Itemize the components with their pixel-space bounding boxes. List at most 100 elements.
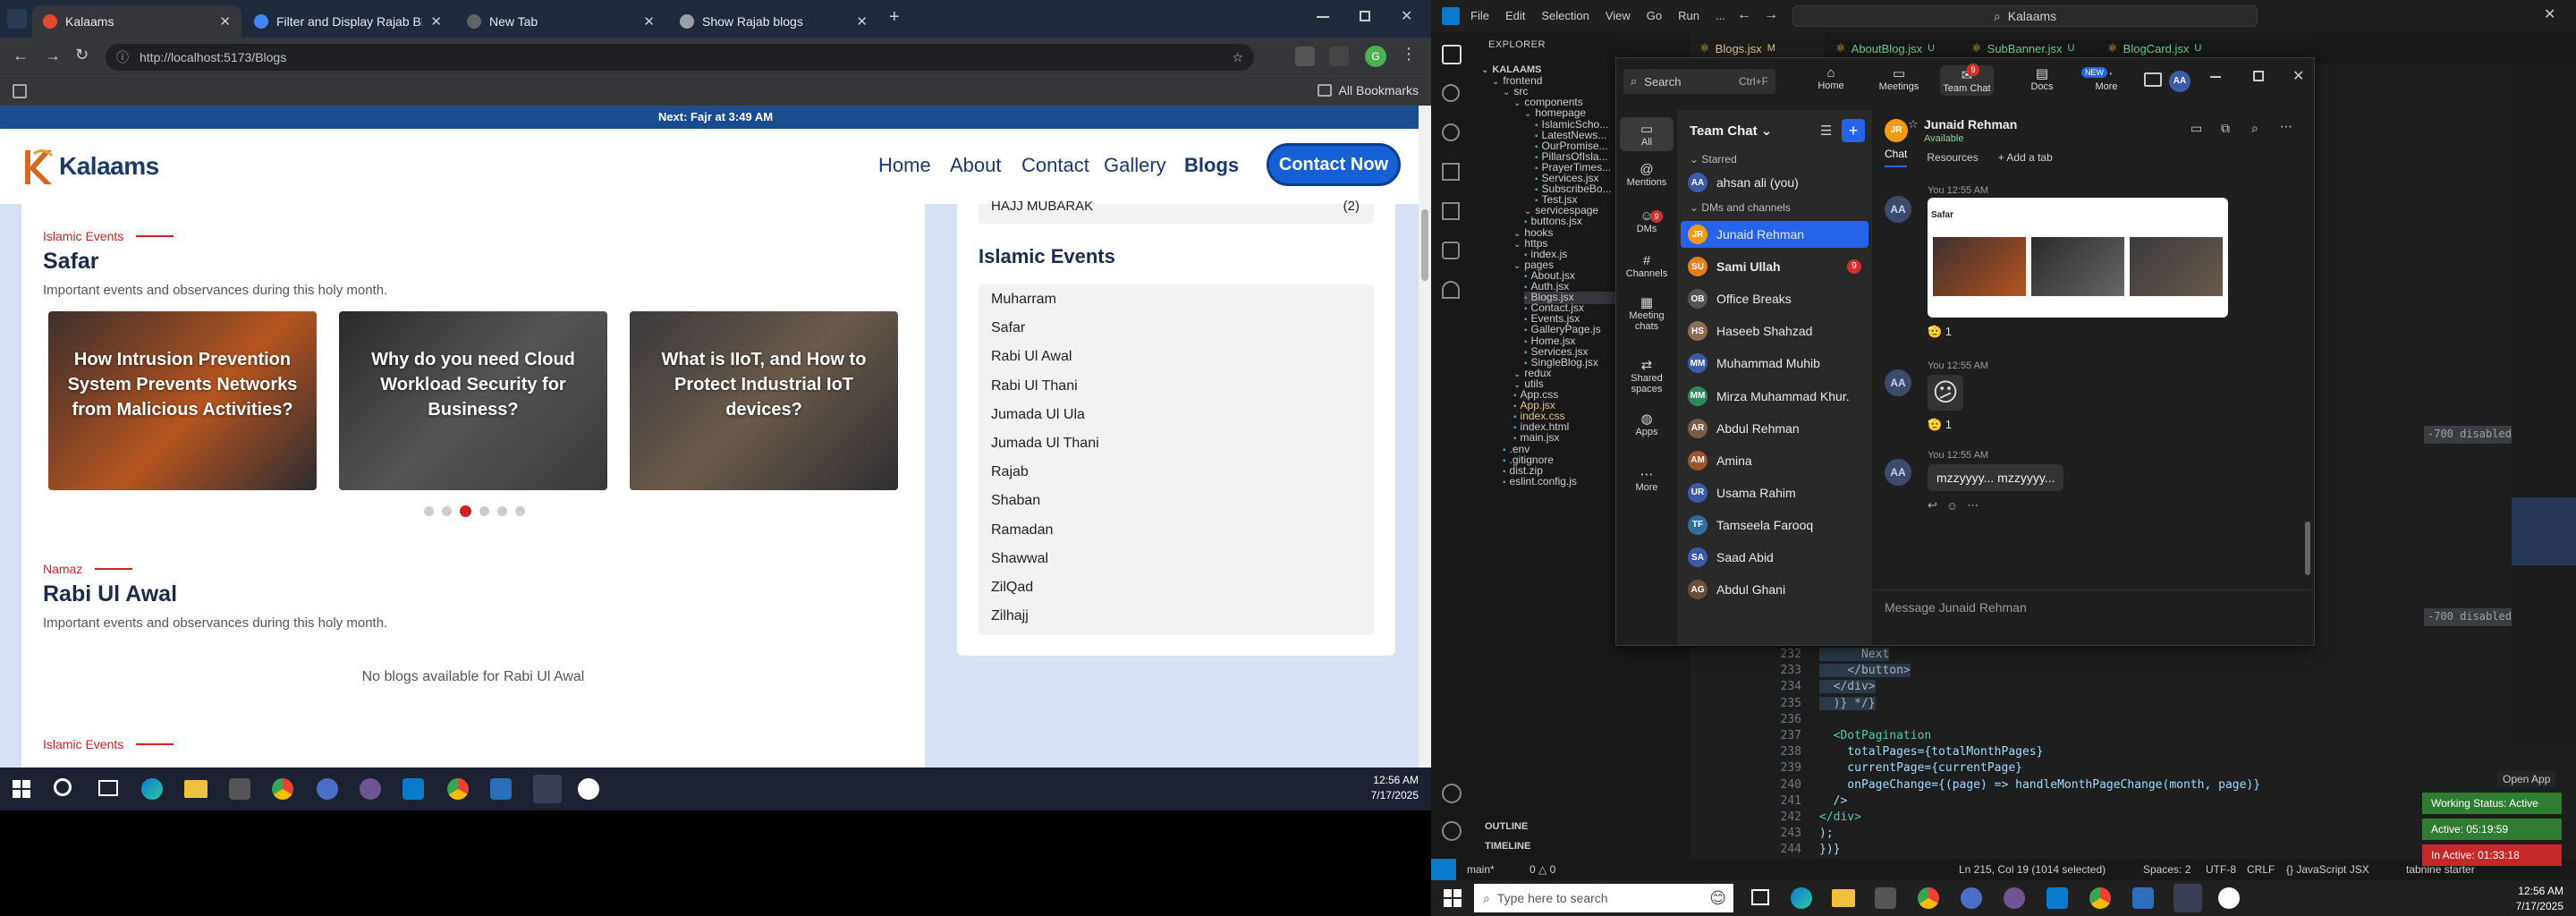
nav-gallery[interactable]: Gallery xyxy=(1104,154,1166,177)
app-icon[interactable] xyxy=(2218,887,2240,909)
close-tab-icon[interactable]: ✕ xyxy=(430,13,442,30)
maximize-icon[interactable] xyxy=(2253,71,2264,81)
restore-icon[interactable] xyxy=(1360,11,1370,21)
chat-item[interactable]: SU Sami Ullah 9 xyxy=(1681,253,1868,280)
apps-grid-icon[interactable] xyxy=(13,84,27,98)
search-icon[interactable] xyxy=(54,778,72,796)
rail-dms[interactable]: ☺ DMs xyxy=(1620,208,1674,234)
video-call-icon[interactable]: ▭ xyxy=(2190,121,2202,136)
event-item[interactable]: Shawwal xyxy=(991,551,1048,567)
tab-new-tab[interactable]: New Tab ✕ xyxy=(456,5,665,38)
encoding[interactable]: UTF-8 xyxy=(2206,863,2236,876)
taskbar-search[interactable]: ⌕ Type here to search 😊 xyxy=(1474,884,1733,912)
file-explorer-icon[interactable] xyxy=(1832,889,1855,907)
nav-home[interactable]: Home xyxy=(878,154,931,177)
chrome-icon[interactable] xyxy=(2089,887,2111,909)
edge-icon[interactable] xyxy=(1791,887,1812,909)
menu-item[interactable]: Run xyxy=(1678,9,1699,22)
chat-item[interactable]: AR Abdul Rehman xyxy=(1681,415,1868,442)
github-icon[interactable] xyxy=(2004,887,2025,909)
event-item[interactable]: Safar xyxy=(991,320,1025,336)
site-info-icon[interactable]: ⓘ xyxy=(116,48,129,66)
app-icon[interactable] xyxy=(317,778,338,800)
store-icon[interactable] xyxy=(1875,887,1896,909)
language-mode[interactable]: {} JavaScript JSX xyxy=(2286,863,2369,876)
chat-item[interactable]: MM Muhammad Muhib xyxy=(1681,350,1868,377)
windows-start-icon[interactable] xyxy=(1444,889,1462,907)
address-bar[interactable]: ⓘ http://localhost:5173/Blogs ☆ xyxy=(106,44,1254,71)
outline-section[interactable]: OUTLINE xyxy=(1485,821,1528,832)
chat-item[interactable]: AM Amina xyxy=(1681,447,1868,474)
menu-item[interactable]: ... xyxy=(1716,9,1725,22)
nav-blogs[interactable]: Blogs xyxy=(1184,154,1239,177)
chat-scrollbar[interactable] xyxy=(2305,110,2310,575)
minimap[interactable] xyxy=(2512,64,2576,744)
tab-filter-display[interactable]: Filter and Display Rajab Blog Ite ✕ xyxy=(243,5,453,38)
chat-header-name[interactable]: Junaid Rehman xyxy=(1924,117,2017,131)
new-chat-plus-icon[interactable]: + xyxy=(1842,119,1865,142)
teams-nav-meetings[interactable]: ▭ Meetings xyxy=(1872,65,1926,92)
file-explorer-icon[interactable] xyxy=(184,780,208,798)
chrome-icon[interactable] xyxy=(272,778,293,800)
all-bookmarks-button[interactable]: All Bookmarks xyxy=(1317,83,1419,98)
contact-avatar[interactable]: JR xyxy=(1885,119,1908,142)
teams-nav-home[interactable]: ⌂ Home xyxy=(1804,65,1858,91)
message-composer[interactable]: Message Junaid Rehman xyxy=(1885,600,2027,615)
star-icon[interactable]: ☆ xyxy=(1908,117,1919,131)
message-reaction[interactable]: 🫡 1 xyxy=(1928,418,1952,432)
reload-icon[interactable]: ↻ xyxy=(75,46,89,64)
back-arrow-icon[interactable]: ← xyxy=(1737,7,1755,25)
git-branch[interactable]: main* xyxy=(1467,863,1495,876)
rail-channels[interactable]: # Channels xyxy=(1620,253,1674,279)
share-icon[interactable]: ⧉ xyxy=(2221,121,2230,136)
chat-item[interactable]: AG Abdul Ghani xyxy=(1681,576,1868,603)
app-icon[interactable] xyxy=(2132,887,2154,909)
app-icon[interactable] xyxy=(1961,887,1982,909)
remote-icon[interactable] xyxy=(1442,242,1460,259)
page-scrollbar[interactable] xyxy=(1419,204,1431,768)
remote-indicator[interactable] xyxy=(1431,859,1456,880)
rail-shared-spaces[interactable]: ⇄ Shared spaces xyxy=(1620,357,1674,394)
explorer-icon[interactable] xyxy=(1442,45,1462,64)
chrome-icon[interactable] xyxy=(1918,887,1939,909)
timeline-section[interactable]: TIMELINE xyxy=(1485,841,1530,852)
task-view-icon[interactable] xyxy=(1751,889,1769,905)
event-item[interactable]: Muharram xyxy=(991,292,1056,308)
filter-icon[interactable]: ☰ xyxy=(1820,123,1832,139)
extensions-icon[interactable] xyxy=(1442,202,1460,220)
new-tab-plus-icon[interactable]: + xyxy=(889,7,900,28)
app-icon[interactable] xyxy=(490,778,512,800)
rail-apps[interactable]: ◍ Apps xyxy=(1620,411,1674,437)
bookmark-star-icon[interactable]: ☆ xyxy=(1232,50,1243,65)
back-arrow-icon[interactable]: ← xyxy=(13,47,29,65)
reply-icon[interactable]: ↩ xyxy=(1928,498,1937,513)
profile-avatar[interactable]: AA xyxy=(2169,71,2190,92)
carousel-dot[interactable] xyxy=(442,506,452,516)
more-options-icon[interactable]: ⋯ xyxy=(2280,119,2292,134)
vscode-icon[interactable] xyxy=(402,778,424,800)
forward-arrow-icon[interactable]: → xyxy=(45,47,61,65)
event-item[interactable]: Jumada Ul Ula xyxy=(991,407,1085,423)
store-icon[interactable] xyxy=(229,778,250,800)
task-view-icon[interactable] xyxy=(98,780,118,796)
nav-about[interactable]: About xyxy=(950,154,1002,177)
menu-item[interactable]: Selection xyxy=(1541,9,1589,22)
chat-item[interactable]: HS Haseeb Shahzad xyxy=(1681,318,1868,344)
problems-count[interactable]: 0 △ 0 xyxy=(1530,863,1555,876)
extension-icon[interactable] xyxy=(1295,47,1315,66)
edge-icon[interactable] xyxy=(141,778,163,800)
close-tab-icon[interactable]: ✕ xyxy=(643,13,655,30)
chrome-icon[interactable] xyxy=(447,778,469,800)
zoom-icon[interactable] xyxy=(533,775,562,803)
tab-show-rajab[interactable]: Show Rajab blogs ✕ xyxy=(669,5,878,38)
tree-file[interactable]: ▪ eslint.config.js xyxy=(1503,476,1577,488)
carousel-dot-active[interactable] xyxy=(460,505,471,517)
carousel-dot[interactable] xyxy=(479,506,489,516)
menu-item[interactable]: File xyxy=(1470,9,1489,22)
github-icon[interactable] xyxy=(360,778,381,800)
minimize-icon[interactable] xyxy=(2210,76,2221,78)
carousel-dot[interactable] xyxy=(497,506,507,516)
minimize-icon[interactable] xyxy=(1317,16,1329,18)
emoji-widget-icon[interactable]: 😊 xyxy=(1709,889,1726,908)
minimap-viewport[interactable] xyxy=(2512,497,2576,565)
